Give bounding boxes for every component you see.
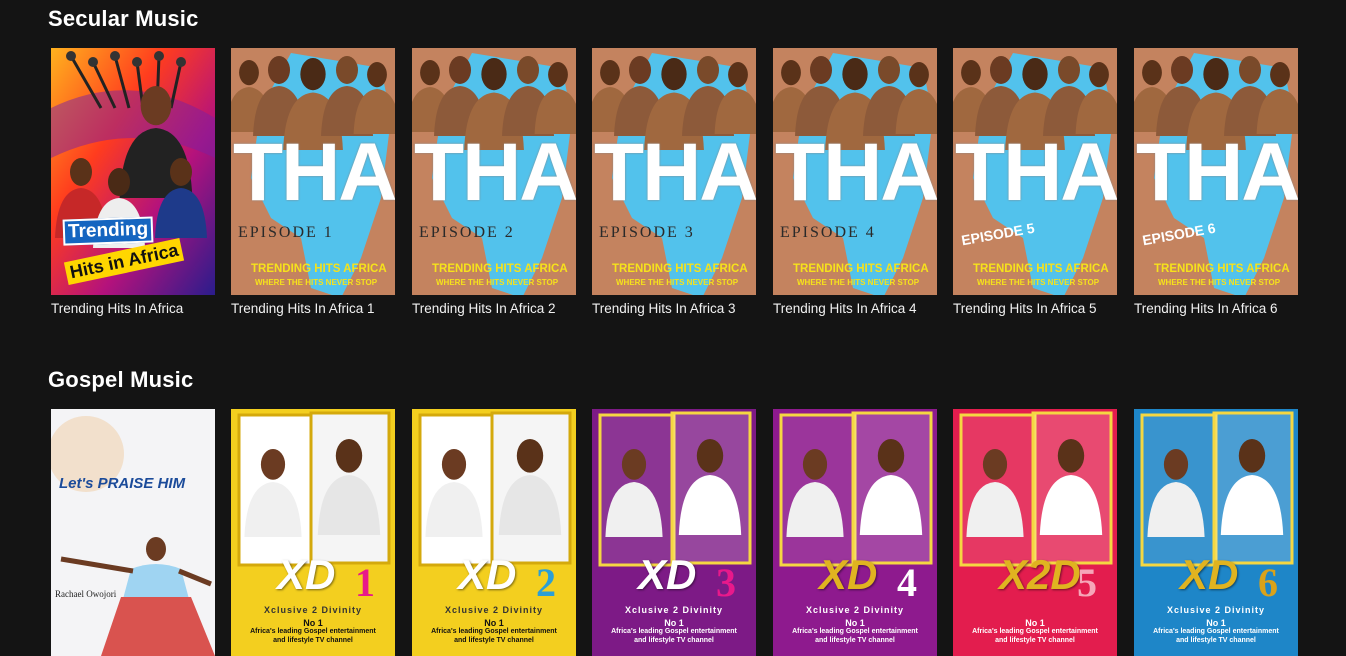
poster-subtagline: WHERE THE HITS NEVER STOP bbox=[1158, 278, 1281, 287]
poster-episode: EPISODE 2 bbox=[419, 224, 515, 241]
media-tile[interactable]: THA EPISODE 2 TRENDING HITS AFRICA WHERE TH… bbox=[412, 48, 576, 295]
tile-caption[interactable]: Trending Hits In Africa 2 bbox=[412, 301, 556, 316]
media-tile[interactable]: XD 3 Xclusive 2 Divinity No 1 Africa's leadi… bbox=[592, 409, 756, 656]
tile-caption[interactable]: Trending Hits In Africa 4 bbox=[773, 301, 917, 316]
xd-tagline: Africa's leading Gospel entertainment bbox=[611, 628, 737, 635]
xd-rank: No 1 bbox=[664, 618, 684, 628]
xd-tagline-2: and lifestyle TV channel bbox=[273, 637, 353, 644]
xd-tagline: Africa's leading Gospel entertainment bbox=[792, 628, 918, 635]
poster-image: XD 2 Xclusive 2 Divinity No 1 Africa's leadi… bbox=[412, 409, 576, 656]
tile-caption[interactable]: Trending Hits In Africa 1 bbox=[231, 301, 375, 316]
media-tile[interactable]: Let's PRAISE HIM Rachael Owojori bbox=[51, 409, 215, 656]
xd-tagline-2: and lifestyle TV channel bbox=[454, 637, 534, 644]
poster-big-letters: THA bbox=[594, 127, 756, 218]
xd-tagline-2: and lifestyle TV channel bbox=[634, 637, 714, 644]
row-title: Secular Music bbox=[48, 6, 199, 31]
media-tile[interactable]: X2D 5 No 1 Africa's leading Gospel entertai… bbox=[953, 409, 1117, 656]
xd-subtitle: Xclusive 2 Divinity bbox=[1166, 605, 1266, 615]
media-tile[interactable]: XD 2 Xclusive 2 Divinity No 1 Africa's leadi… bbox=[412, 409, 576, 656]
poster-image: THA EPISODE 1 TRENDING HITS AFRICA WHERE TH… bbox=[231, 48, 395, 295]
media-tile[interactable]: THA EPISODE 4 TRENDING HITS AFRICA WHERE TH… bbox=[773, 48, 937, 295]
xd-tagline-2: and lifestyle TV channel bbox=[815, 637, 895, 644]
xd-number: 3 bbox=[716, 560, 736, 605]
poster-image: X2D 5 No 1 Africa's leading Gospel entertai… bbox=[953, 409, 1117, 656]
media-tile[interactable]: THA EPISODE 5 TRENDING HITS AFRICA WHERE TH… bbox=[953, 48, 1117, 295]
poster-image: THA EPISODE 3 TRENDING HITS AFRICA WHERE TH… bbox=[592, 48, 756, 295]
poster-image: THA EPISODE 5 TRENDING HITS AFRICA WHERE TH… bbox=[953, 48, 1117, 295]
xd-subtitle: Xclusive 2 Divinity bbox=[263, 605, 363, 615]
poster-episode: EPISODE 1 bbox=[238, 224, 334, 241]
poster-title: Let's PRAISE HIM bbox=[59, 475, 186, 492]
row-title: Gospel Music bbox=[48, 367, 194, 392]
xd-logo: XD bbox=[819, 551, 878, 598]
poster-title-line1: Trending bbox=[62, 216, 154, 246]
poster-big-letters: THA bbox=[955, 127, 1117, 218]
tile-caption[interactable]: Trending Hits In Africa 5 bbox=[953, 301, 1097, 316]
tile-caption[interactable]: Trending Hits In Africa 3 bbox=[592, 301, 736, 316]
xd-subtitle: Xclusive 2 Divinity bbox=[624, 605, 724, 615]
poster-image: Let's PRAISE HIM Rachael Owojori bbox=[51, 409, 215, 656]
poster-subtagline: WHERE THE HITS NEVER STOP bbox=[797, 278, 920, 287]
xd-tagline: Africa's leading Gospel entertainment bbox=[250, 628, 376, 635]
poster-image: THA EPISODE 2 TRENDING HITS AFRICA WHERE TH… bbox=[412, 48, 576, 295]
xd-number: 6 bbox=[1258, 560, 1278, 605]
poster-artist-name: Rachael Owojori bbox=[55, 589, 117, 599]
media-tile[interactable]: THA EPISODE 6 TRENDING HITS AFRICA WHERE TH… bbox=[1134, 48, 1298, 295]
xd-rank: No 1 bbox=[1025, 618, 1045, 628]
poster-episode: EPISODE 4 bbox=[780, 224, 876, 241]
poster-big-letters: THA bbox=[775, 127, 937, 218]
poster-tagline: TRENDING HITS AFRICA bbox=[251, 263, 387, 275]
xd-logo: X2D bbox=[999, 551, 1081, 598]
tile-caption[interactable]: Trending Hits In Africa bbox=[51, 301, 183, 316]
poster-image: XD 1 Xclusive 2 Divinity No 1 Africa's leadi… bbox=[231, 409, 395, 656]
poster-image: XD 6 Xclusive 2 Divinity No 1 Africa's leadi… bbox=[1134, 409, 1298, 656]
poster-image: Trending Hits in Africa bbox=[51, 48, 215, 295]
poster-subtagline: WHERE THE HITS NEVER STOP bbox=[255, 278, 378, 287]
xd-logo: XD bbox=[638, 551, 697, 598]
xd-number: 2 bbox=[536, 560, 556, 605]
xd-logo: XD bbox=[458, 551, 517, 598]
poster-image: THA EPISODE 6 TRENDING HITS AFRICA WHERE TH… bbox=[1134, 48, 1298, 295]
xd-tagline-2: and lifestyle TV channel bbox=[1176, 637, 1256, 644]
media-tile[interactable]: THA EPISODE 1 TRENDING HITS AFRICA WHERE TH… bbox=[231, 48, 395, 295]
xd-tagline: Africa's leading Gospel entertainment bbox=[431, 628, 557, 635]
poster-image: XD 4 Xclusive 2 Divinity No 1 Africa's leadi… bbox=[773, 409, 937, 656]
media-tile[interactable]: XD 6 Xclusive 2 Divinity No 1 Africa's leadi… bbox=[1134, 409, 1298, 656]
xd-rank: No 1 bbox=[845, 618, 865, 628]
xd-tagline: Africa's leading Gospel entertainment bbox=[972, 628, 1098, 635]
media-tile[interactable]: XD 1 Xclusive 2 Divinity No 1 Africa's leadi… bbox=[231, 409, 395, 656]
tile-caption[interactable]: Trending Hits In Africa 6 bbox=[1134, 301, 1278, 316]
poster-tagline: TRENDING HITS AFRICA bbox=[612, 263, 748, 275]
media-tile[interactable]: XD 4 Xclusive 2 Divinity No 1 Africa's leadi… bbox=[773, 409, 937, 656]
poster-big-letters: THA bbox=[233, 127, 395, 218]
xd-tagline: Africa's leading Gospel entertainment bbox=[1153, 628, 1279, 635]
xd-logo: XD bbox=[277, 551, 336, 598]
media-tile[interactable]: THA EPISODE 3 TRENDING HITS AFRICA WHERE TH… bbox=[592, 48, 756, 295]
xd-rank: No 1 bbox=[484, 618, 504, 628]
poster-subtagline: WHERE THE HITS NEVER STOP bbox=[616, 278, 739, 287]
poster-image: THA EPISODE 4 TRENDING HITS AFRICA WHERE TH… bbox=[773, 48, 937, 295]
xd-rank: No 1 bbox=[303, 618, 323, 628]
poster-big-letters: THA bbox=[414, 127, 576, 218]
poster-image: XD 3 Xclusive 2 Divinity No 1 Africa's leadi… bbox=[592, 409, 756, 656]
xd-tagline-2: and lifestyle TV channel bbox=[995, 637, 1075, 644]
poster-episode: EPISODE 3 bbox=[599, 224, 695, 241]
poster-tagline: TRENDING HITS AFRICA bbox=[432, 263, 568, 275]
poster-tagline: TRENDING HITS AFRICA bbox=[1154, 263, 1290, 275]
xd-subtitle: Xclusive 2 Divinity bbox=[444, 605, 544, 615]
poster-tagline: TRENDING HITS AFRICA bbox=[973, 263, 1109, 275]
xd-number: 4 bbox=[897, 560, 917, 605]
xd-logo: XD bbox=[1180, 551, 1239, 598]
poster-subtagline: WHERE THE HITS NEVER STOP bbox=[977, 278, 1100, 287]
xd-number: 5 bbox=[1077, 560, 1097, 605]
poster-subtagline: WHERE THE HITS NEVER STOP bbox=[436, 278, 559, 287]
xd-number: 1 bbox=[355, 560, 375, 605]
xd-subtitle: Xclusive 2 Divinity bbox=[805, 605, 905, 615]
xd-rank: No 1 bbox=[1206, 618, 1226, 628]
media-tile[interactable]: Trending Hits in Africa bbox=[51, 48, 215, 295]
poster-big-letters: THA bbox=[1136, 127, 1298, 218]
poster-tagline: TRENDING HITS AFRICA bbox=[793, 263, 929, 275]
